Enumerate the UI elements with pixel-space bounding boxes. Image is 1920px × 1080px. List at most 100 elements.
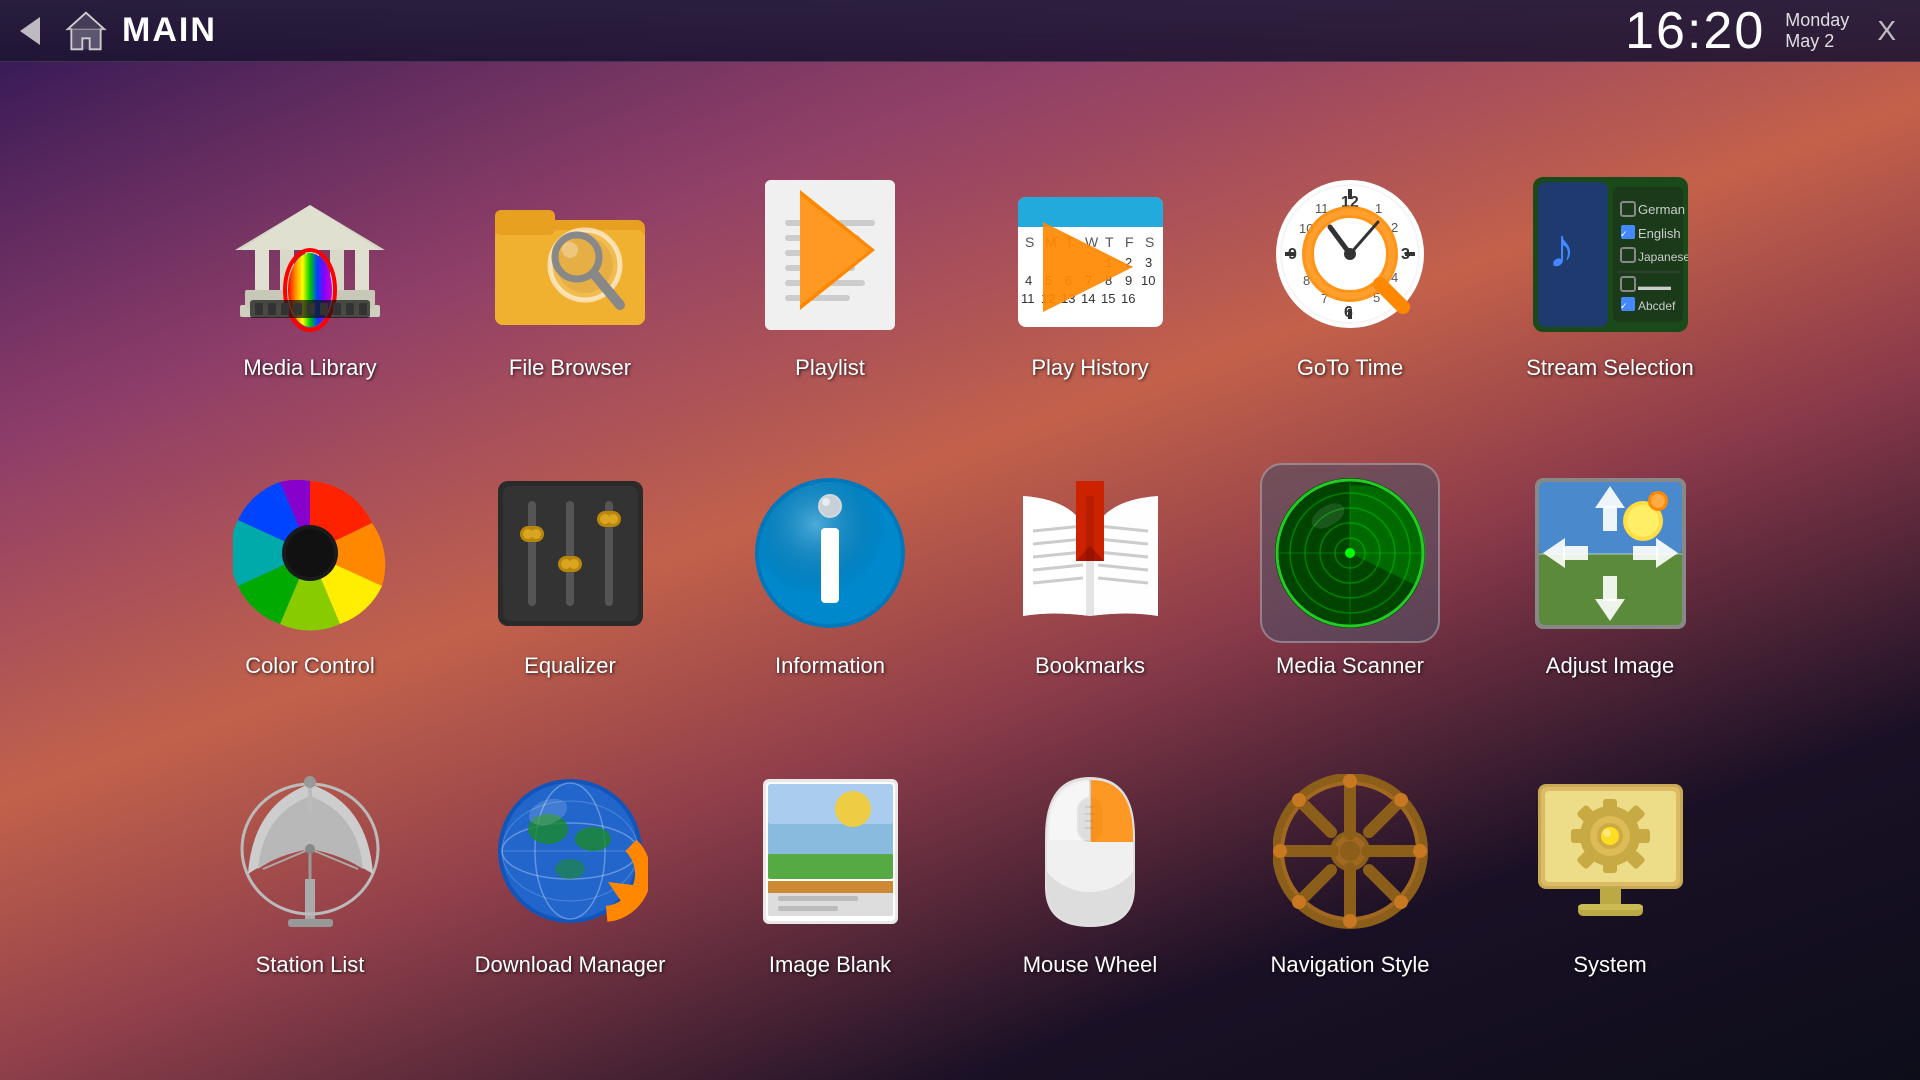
svg-text:9: 9 (1288, 246, 1297, 263)
header: MAIN 16:20 Monday May 2 X (0, 0, 1920, 62)
bookmarks-icon-wrap (1000, 463, 1180, 643)
equalizer-label: Equalizer (524, 653, 616, 679)
playlist-icon (755, 175, 905, 335)
app-stream-selection[interactable]: ♪ German ✓ English Japanese (1510, 165, 1710, 381)
navigation-style-icon-wrap (1260, 762, 1440, 942)
media-library-label: Media Library (243, 355, 376, 381)
svg-text:3: 3 (1401, 246, 1410, 263)
system-icon (1533, 774, 1688, 929)
image-blank-icon-wrap (740, 762, 920, 942)
svg-text:4: 4 (1025, 273, 1032, 288)
adjust-image-label: Adjust Image (1546, 653, 1674, 679)
download-manager-label: Download Manager (475, 952, 666, 978)
file-browser-icon (490, 175, 650, 335)
playlist-icon-wrap (740, 165, 920, 345)
page-title: MAIN (122, 11, 217, 50)
file-browser-label: File Browser (509, 355, 631, 381)
app-image-blank[interactable]: Image Blank (730, 762, 930, 978)
main-content: Media Library (0, 62, 1920, 1080)
svg-text:T: T (1105, 234, 1114, 250)
stream-selection-label: Stream Selection (1526, 355, 1694, 381)
stream-selection-icon-wrap: ♪ German ✓ English Japanese (1520, 165, 1700, 345)
image-blank-label: Image Blank (769, 952, 891, 978)
playlist-label: Playlist (795, 355, 865, 381)
app-color-control[interactable]: Color Control (210, 463, 410, 679)
station-list-icon (233, 774, 388, 929)
svg-text:Japanese: Japanese (1638, 250, 1688, 264)
information-icon (753, 476, 908, 631)
date-info: Monday May 2 (1785, 10, 1849, 52)
date-string: May 2 (1785, 31, 1834, 52)
play-history-icon: S M T W T F S 1 2 3 4 5 6 7 8 (1013, 177, 1168, 332)
system-icon-wrap (1520, 762, 1700, 942)
app-play-history[interactable]: S M T W T F S 1 2 3 4 5 6 7 8 (990, 165, 1190, 381)
goto-time-label: GoTo Time (1297, 355, 1403, 381)
navigation-style-icon (1273, 774, 1428, 929)
play-history-icon-wrap: S M T W T F S 1 2 3 4 5 6 7 8 (1000, 165, 1180, 345)
image-blank-icon (758, 774, 903, 929)
app-system[interactable]: System (1510, 762, 1710, 978)
app-media-scanner[interactable]: Media Scanner (1250, 463, 1450, 679)
equalizer-icon-wrap (480, 463, 660, 643)
adjust-image-icon-wrap (1520, 463, 1700, 643)
app-media-library[interactable]: Media Library (210, 165, 410, 381)
grid-row-3: Station List (40, 762, 1880, 978)
svg-text:Abcdef: Abcdef (1638, 299, 1676, 313)
mouse-wheel-icon-wrap (1000, 762, 1180, 942)
station-list-label: Station List (256, 952, 365, 978)
download-manager-icon-wrap (480, 762, 660, 942)
goto-time-icon: 12 3 6 9 1 2 4 5 7 8 10 11 (1273, 177, 1428, 332)
svg-text:3: 3 (1145, 255, 1152, 270)
app-goto-time[interactable]: 12 3 6 9 1 2 4 5 7 8 10 11 (1250, 165, 1450, 381)
app-playlist[interactable]: Playlist (730, 165, 930, 381)
station-list-icon-wrap (220, 762, 400, 942)
media-library-icon-wrap (220, 165, 400, 345)
app-equalizer[interactable]: Equalizer (470, 463, 670, 679)
svg-text:9: 9 (1125, 273, 1132, 288)
app-navigation-style[interactable]: Navigation Style (1250, 762, 1450, 978)
download-manager-icon (493, 774, 648, 929)
back-icon (20, 17, 40, 45)
stream-selection-icon: ♪ German ✓ English Japanese (1533, 177, 1688, 332)
app-information[interactable]: Information (730, 463, 930, 679)
svg-text:15: 15 (1101, 291, 1115, 306)
home-icon[interactable] (62, 7, 110, 55)
svg-text:10: 10 (1141, 273, 1155, 288)
play-history-label: Play History (1031, 355, 1148, 381)
svg-text:11: 11 (1021, 291, 1035, 306)
media-library-icon (230, 175, 390, 335)
back-button[interactable] (10, 11, 50, 51)
svg-text:S: S (1145, 234, 1154, 250)
information-icon-wrap (740, 463, 920, 643)
goto-time-icon-wrap: 12 3 6 9 1 2 4 5 7 8 10 11 (1260, 165, 1440, 345)
close-button[interactable]: X (1869, 11, 1904, 51)
information-label: Information (775, 653, 885, 679)
svg-text:English: English (1638, 226, 1681, 241)
file-browser-icon-wrap (480, 165, 660, 345)
app-adjust-image[interactable]: Adjust Image (1510, 463, 1710, 679)
svg-text:German: German (1638, 202, 1685, 217)
app-mouse-wheel[interactable]: Mouse Wheel (990, 762, 1190, 978)
day-name: Monday (1785, 10, 1849, 31)
adjust-image-icon (1533, 476, 1688, 631)
app-file-browser[interactable]: File Browser (470, 165, 670, 381)
app-download-manager[interactable]: Download Manager (470, 762, 670, 978)
svg-text:6: 6 (1344, 304, 1353, 321)
app-bookmarks[interactable]: Bookmarks (990, 463, 1190, 679)
app-station-list[interactable]: Station List (210, 762, 410, 978)
color-control-icon (233, 476, 388, 631)
svg-text:16: 16 (1121, 291, 1135, 306)
header-right: 16:20 Monday May 2 X (1625, 1, 1920, 61)
mouse-wheel-icon (1025, 772, 1155, 932)
home-svg (64, 9, 108, 53)
svg-text:♪: ♪ (1548, 217, 1576, 279)
system-label: System (1573, 952, 1646, 978)
grid-row-2: Color Control (40, 463, 1880, 679)
navigation-style-label: Navigation Style (1271, 952, 1430, 978)
svg-text:✓: ✓ (1620, 229, 1628, 239)
clock-display: 16:20 (1625, 1, 1765, 61)
svg-text:14: 14 (1081, 291, 1095, 306)
color-control-label: Color Control (245, 653, 375, 679)
color-control-icon-wrap (220, 463, 400, 643)
media-scanner-label: Media Scanner (1276, 653, 1424, 679)
